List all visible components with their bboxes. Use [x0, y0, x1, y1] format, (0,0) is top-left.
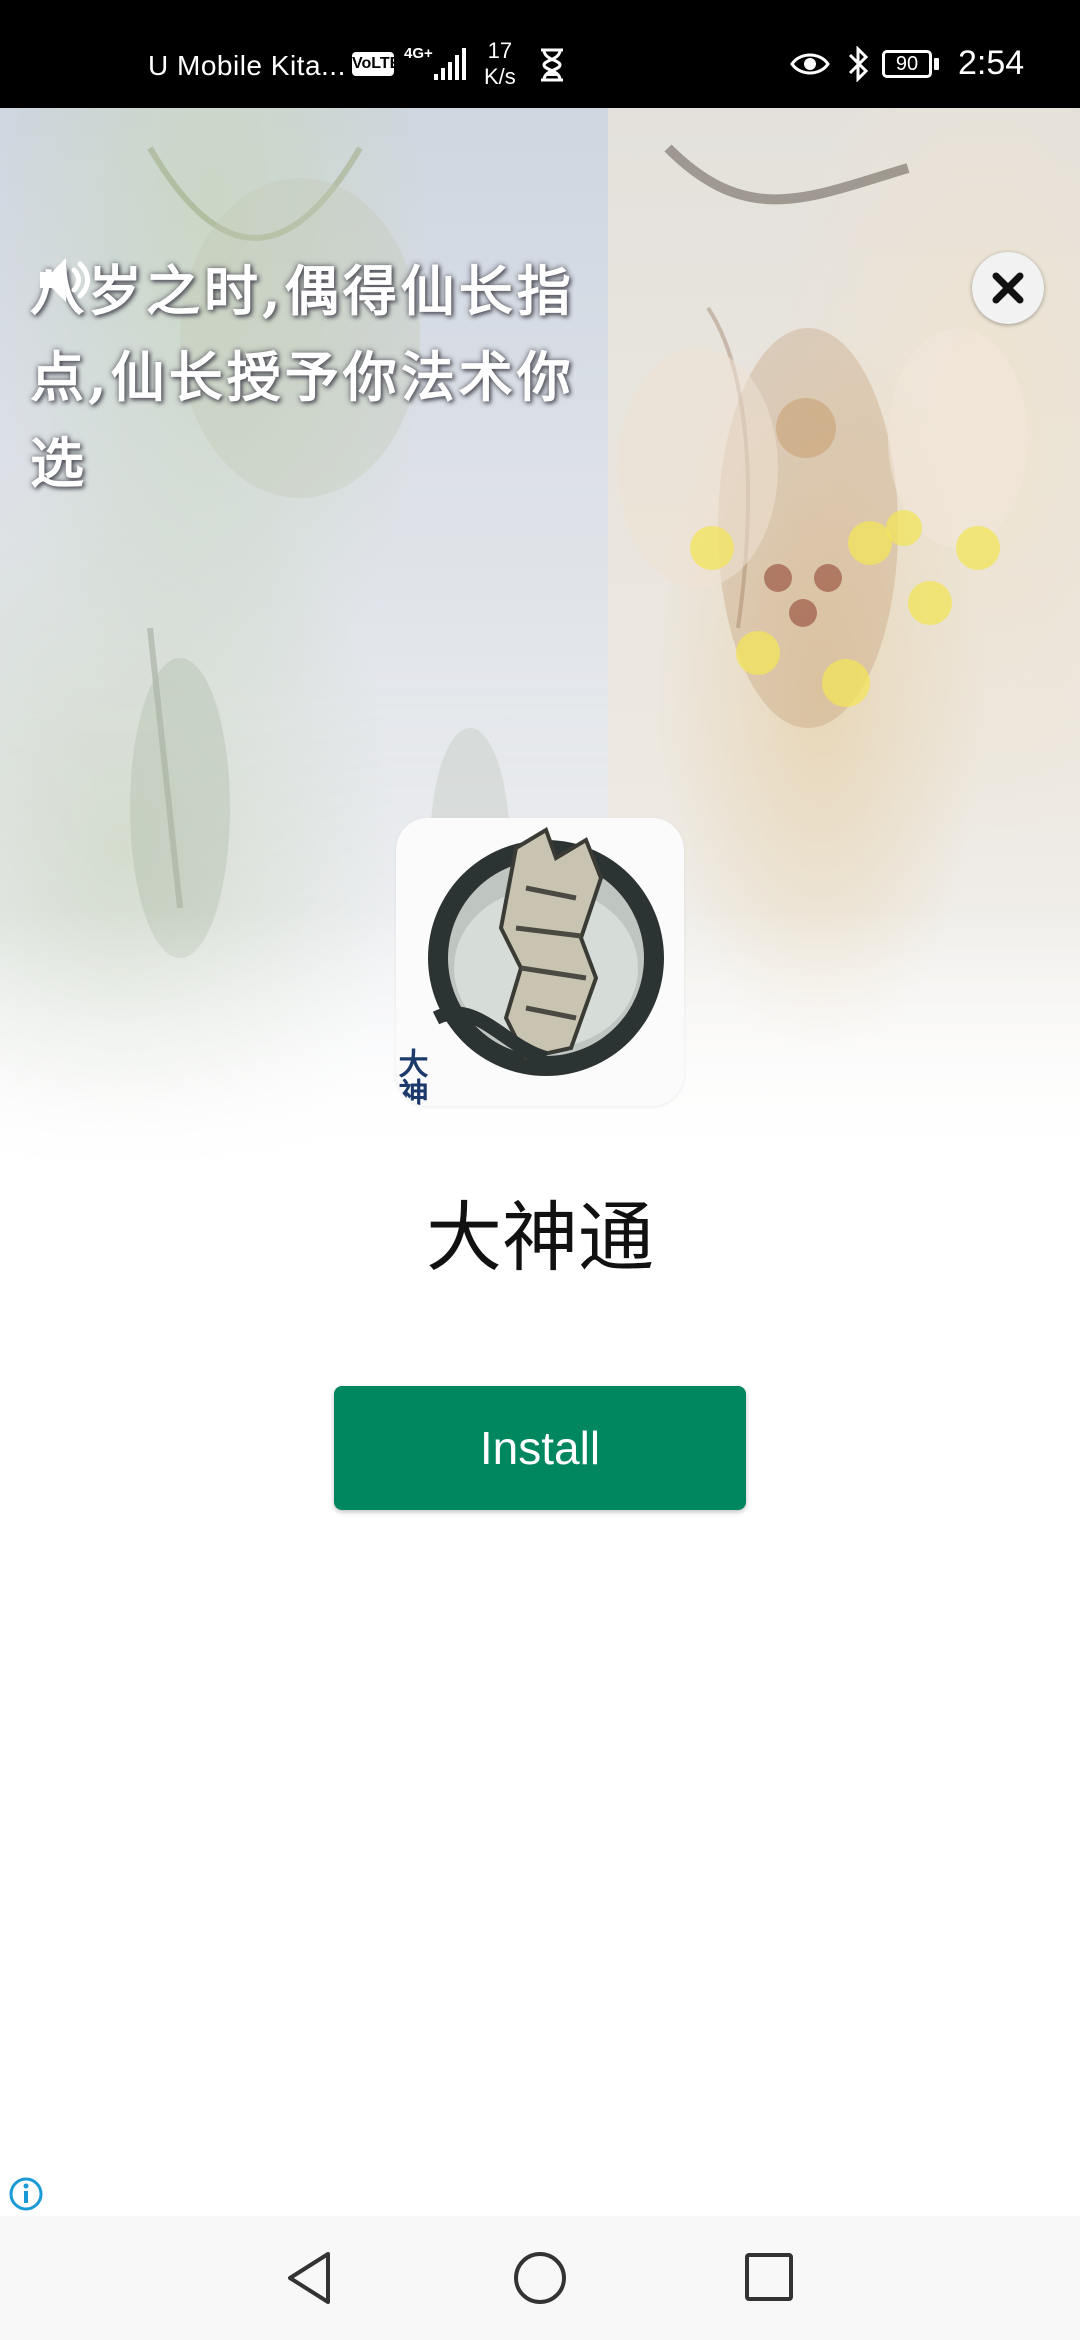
speed-value: 17 — [487, 38, 513, 63]
carrier-name: U Mobile Kita... — [148, 50, 346, 81]
signal-icon — [434, 48, 466, 80]
bluetooth-icon — [848, 46, 869, 82]
hourglass-icon — [541, 48, 563, 82]
clock: 2:54 — [958, 44, 1025, 82]
battery-level: 90 — [895, 53, 919, 75]
battery-icon: 90 — [882, 50, 932, 78]
recents-icon[interactable] — [744, 2252, 794, 2302]
battery-nub — [934, 58, 939, 70]
navigation-bar — [0, 2216, 1080, 2340]
video-subtitle: 八岁之时,偶得仙长指点,仙长授予你法术你选 — [30, 259, 575, 495]
network-speed: 17 K/s — [484, 38, 516, 90]
volume-icon[interactable] — [34, 248, 98, 312]
info-icon[interactable] — [8, 2176, 44, 2212]
status-bar: U Mobile Kita... VoLTE 4G+ 17 K/s 90 2:5… — [0, 0, 1080, 108]
close-icon — [992, 272, 1024, 304]
app-logo-image: 大神通 — [396, 827, 664, 1106]
speed-unit: K/s — [484, 64, 516, 89]
network-type: 4G+ — [404, 45, 433, 62]
volte-badge: VoLTE — [352, 52, 400, 76]
app-name: 大神通 — [426, 1193, 654, 1282]
home-icon[interactable] — [512, 2250, 568, 2306]
back-icon[interactable] — [284, 2250, 334, 2306]
eye-icon — [790, 53, 830, 75]
app-icon[interactable]: 大神通 — [396, 818, 684, 1106]
install-button[interactable]: Install — [334, 1386, 746, 1510]
close-button[interactable] — [972, 252, 1044, 324]
